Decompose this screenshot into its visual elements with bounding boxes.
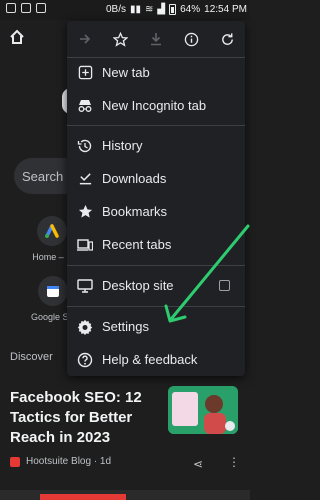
info-icon[interactable] (181, 28, 203, 50)
clock: 12:54 PM (204, 4, 247, 15)
menu-item-help-feedback[interactable]: Help & feedback (67, 343, 245, 376)
menu-item-label: Settings (102, 319, 149, 334)
menu-divider (67, 125, 245, 126)
help-icon (77, 352, 93, 368)
menu-item-label: New Incognito tab (102, 98, 207, 113)
hootsuite-logo-icon (10, 456, 20, 467)
battery-percent: 64% (180, 4, 201, 15)
discover-heading: Discover (10, 351, 53, 363)
devices-icon (77, 237, 93, 253)
incognito-icon (77, 98, 93, 114)
menu-item-recent-tabs[interactable]: Recent tabs (67, 228, 245, 261)
google-ads-icon (37, 216, 67, 246)
menu-item-label: Desktop site (102, 278, 174, 293)
article-thumbnail[interactable] (168, 386, 238, 434)
menu-divider (67, 306, 245, 307)
menu-item-new-tab[interactable]: New tab (67, 56, 245, 89)
shortcut-label: Home – (32, 252, 64, 262)
menu-item-label: Downloads (102, 171, 167, 186)
more-options-icon[interactable]: ⋮ (228, 455, 240, 469)
refresh-icon[interactable] (216, 28, 238, 50)
source-text: Hootsuite Blog · 1d (26, 456, 112, 467)
download-check-icon (77, 171, 93, 187)
download-icon[interactable] (145, 28, 167, 50)
plus-box-icon (77, 65, 93, 81)
shortcut-label: Google S (31, 312, 69, 322)
menu-item-new-incognito-tab[interactable]: New Incognito tab (67, 89, 245, 122)
settings-icon (77, 319, 93, 335)
wifi-icon: ≋ (145, 4, 154, 15)
sim-signal-icon: ▟ (157, 4, 166, 15)
menu-item-label: Help & feedback (102, 352, 198, 367)
menu-item-desktop-site[interactable]: Desktop site (67, 269, 245, 302)
article-source: Hootsuite Blog · 1d (10, 456, 111, 467)
menu-item-settings[interactable]: Settings (67, 310, 245, 343)
network-speed: 0B/s (106, 4, 127, 15)
menu-toolbar (67, 21, 245, 57)
history-icon (77, 138, 93, 154)
status-right: 0B/s ▮▮ ≋ ▟ 64% 12:54 PM (106, 4, 247, 15)
battery-icon (169, 4, 177, 15)
menu-item-downloads[interactable]: Downloads (67, 162, 245, 195)
desktop-site-checkbox[interactable] (219, 280, 230, 291)
app-notification-icon (6, 3, 16, 13)
chrome-overflow-menu: New tab New Incognito tab History Downlo… (67, 21, 245, 376)
message-notification-icon (21, 3, 31, 13)
status-bar: 0B/s ▮▮ ≋ ▟ 64% 12:54 PM (0, 0, 250, 20)
bookmark-star-icon[interactable] (109, 28, 131, 50)
shortcut-tile-home[interactable]: Home – (32, 216, 67, 262)
menu-item-label: Bookmarks (102, 204, 168, 219)
shortcut-tile-google[interactable]: Google S (31, 276, 69, 322)
menu-item-label: New tab (102, 65, 150, 80)
article-title[interactable]: Facebook SEO: 12 Tactics for Better Reac… (10, 388, 170, 448)
star-icon (77, 204, 93, 220)
notification-icons (6, 3, 46, 13)
share-icon[interactable]: ⋖ (193, 457, 203, 471)
menu-divider (67, 265, 245, 266)
next-card-preview (0, 490, 250, 500)
calendar-icon (37, 276, 68, 306)
menu-item-label: Recent tabs (102, 237, 172, 252)
instagram-notification-icon (36, 3, 46, 13)
menu-item-bookmarks[interactable]: Bookmarks (67, 195, 245, 228)
home-icon[interactable] (8, 28, 26, 46)
menu-item-label: History (102, 138, 143, 153)
monitor-icon (77, 278, 93, 294)
signal-icon: ▮▮ (130, 4, 142, 15)
menu-item-history[interactable]: History (67, 129, 245, 162)
forward-icon[interactable] (74, 28, 96, 50)
